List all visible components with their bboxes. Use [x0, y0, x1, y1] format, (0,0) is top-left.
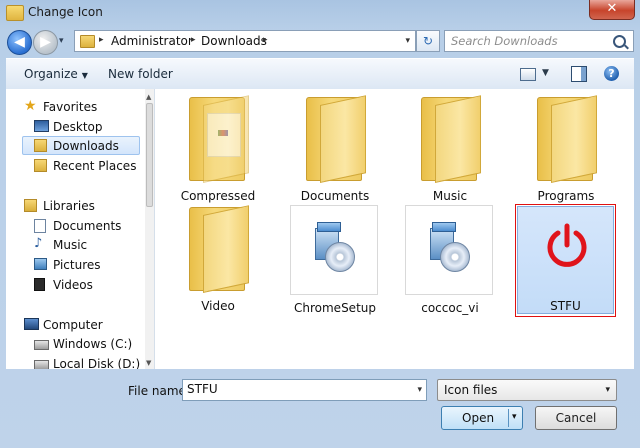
downloads-icon	[34, 139, 47, 152]
installer-thumbnail	[405, 205, 493, 295]
breadcrumb-administrator[interactable]: Administrator	[111, 34, 193, 48]
sidebar-item-label: Recent Places	[53, 159, 137, 173]
chevron-down-icon[interactable]: ▾	[417, 385, 422, 395]
search-input[interactable]: Search Downloads	[444, 30, 634, 52]
sidebar-scrollbar[interactable]: ▲ ▼	[145, 89, 154, 369]
file-name-field[interactable]	[187, 382, 407, 396]
navigation-pane: ★ Favorites Desktop Downloads Recent Pla…	[6, 89, 155, 369]
sidebar-item-label: Local Disk (D:)	[53, 357, 141, 369]
computer-icon	[24, 318, 39, 330]
address-bar[interactable]: ▸ Administrator ▸ Downloads ▸ ▾	[74, 30, 416, 52]
documents-icon	[34, 219, 46, 233]
scroll-down-icon[interactable]: ▼	[146, 359, 151, 367]
sidebar-group-label: Favorites	[43, 100, 98, 114]
sidebar-item-label: Downloads	[53, 139, 119, 153]
folder-icon	[6, 5, 24, 21]
drive-icon	[34, 360, 49, 369]
chevron-down-icon[interactable]: ▾	[512, 412, 517, 422]
scrollbar-thumb[interactable]	[146, 103, 153, 207]
file-name: Music	[432, 189, 468, 203]
folder-icon	[80, 35, 95, 48]
preview-pane-icon[interactable]	[571, 66, 587, 82]
desktop-icon	[34, 120, 49, 132]
chevron-down-icon[interactable]: ▾	[405, 36, 410, 46]
file-type-value: Icon files	[444, 383, 498, 397]
sidebar-group-label: Computer	[43, 318, 103, 332]
organize-label: Organize	[24, 67, 78, 81]
file-name-label: File name:	[128, 384, 190, 398]
recent-locations-dropdown[interactable]: ▾	[59, 36, 64, 46]
star-icon: ★	[24, 98, 37, 114]
file-name: Programs	[537, 189, 595, 203]
music-icon: ♪	[34, 236, 43, 251]
file-item-music[interactable]: Music	[399, 91, 501, 203]
file-item-chromesetup[interactable]: ChromeSetup	[284, 203, 386, 315]
open-button[interactable]: Open ▾	[441, 406, 523, 430]
file-item-video[interactable]: Video	[167, 201, 269, 313]
file-item-compressed[interactable]: Compressed	[167, 91, 269, 203]
installer-icon	[430, 222, 470, 274]
file-item-programs[interactable]: Programs	[515, 91, 617, 203]
sidebar-group-label: Libraries	[43, 199, 95, 213]
forward-button[interactable]: ▶	[33, 30, 58, 55]
back-button[interactable]: ◀	[7, 30, 32, 55]
open-label: Open	[462, 411, 495, 425]
sidebar-item-label: Windows (C:)	[53, 337, 133, 351]
search-placeholder: Search Downloads	[451, 34, 558, 48]
sidebar-item-label: Pictures	[53, 258, 101, 272]
search-icon[interactable]	[613, 35, 626, 48]
view-options-icon[interactable]	[520, 68, 536, 81]
recent-places-icon	[34, 159, 47, 172]
window-title: Change Icon	[28, 5, 103, 19]
breadcrumb-downloads[interactable]: Downloads	[201, 34, 267, 48]
sidebar-item-label: Music	[53, 238, 88, 252]
chevron-right-icon[interactable]: ▸	[99, 35, 104, 45]
help-icon[interactable]: ?	[604, 66, 619, 81]
folder-icon	[189, 95, 249, 183]
folder-icon	[189, 205, 249, 293]
highlight-outline	[515, 204, 616, 317]
command-toolbar: Organize ▼ New folder ▼ ?	[6, 58, 634, 90]
file-item-documents[interactable]: Documents	[284, 91, 386, 203]
file-type-select[interactable]: Icon files ▾	[437, 379, 617, 401]
scroll-up-icon[interactable]: ▲	[146, 93, 151, 101]
folder-icon	[306, 95, 366, 183]
chevron-down-icon: ▼	[81, 71, 88, 80]
chevron-right-icon[interactable]: ▸	[263, 35, 268, 45]
refresh-button[interactable]: ↻	[416, 30, 440, 52]
sidebar-item-label: Videos	[53, 278, 93, 292]
file-list: Compressed Documents Music Programs Vide…	[155, 89, 634, 369]
installer-thumbnail	[290, 205, 378, 295]
file-name: ChromeSetup	[294, 301, 376, 315]
dialog-window: Change Icon ✕ ◀ ▶ ▾ ▸ Administrator ▸ Do…	[0, 0, 640, 448]
chevron-right-icon[interactable]: ▸	[191, 35, 196, 45]
folder-icon	[421, 95, 481, 183]
chevron-down-icon[interactable]: ▾	[605, 385, 610, 395]
drive-icon	[34, 340, 49, 350]
file-name-combobox[interactable]: ▾	[182, 379, 427, 401]
cancel-button[interactable]: Cancel	[535, 406, 617, 430]
split-divider	[508, 409, 509, 427]
chevron-down-icon[interactable]: ▼	[542, 68, 549, 78]
sidebar-item-label: Desktop	[53, 120, 103, 134]
videos-icon	[34, 278, 45, 291]
title-bar[interactable]: Change Icon ✕	[0, 0, 640, 26]
new-folder-button[interactable]: New folder	[108, 67, 173, 81]
pictures-icon	[34, 258, 47, 270]
sidebar-item-label: Documents	[53, 219, 122, 233]
libraries-icon	[24, 199, 37, 212]
file-name: Video	[201, 299, 235, 313]
organize-button[interactable]: Organize ▼	[24, 67, 88, 81]
folder-icon	[537, 95, 597, 183]
file-name: Documents	[300, 189, 370, 203]
file-item-coccoc-vi[interactable]: coccoc_vi	[399, 203, 501, 315]
file-name: coccoc_vi	[421, 301, 479, 315]
close-button[interactable]: ✕	[589, 0, 635, 20]
installer-icon	[315, 222, 355, 274]
